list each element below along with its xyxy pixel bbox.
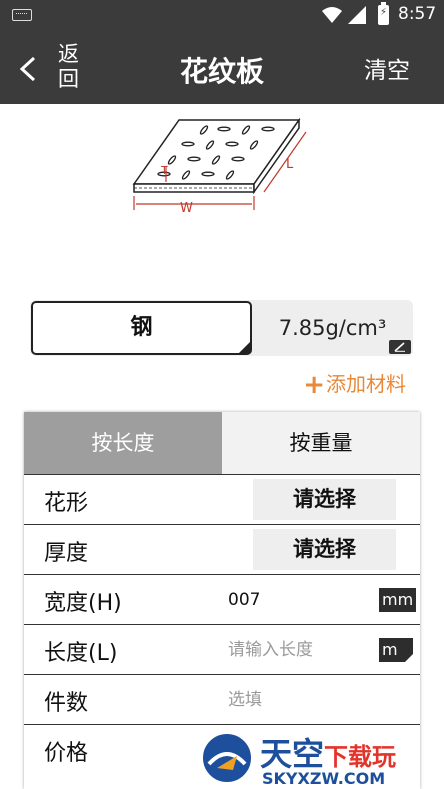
chevron-left-icon [19,56,36,82]
price-label: 价格 [44,741,89,766]
pattern-select-button[interactable]: 请选择 [253,479,396,520]
form-row-width: 宽度(H) mm [24,574,420,624]
back-button[interactable]: 返回 [18,38,98,96]
form-row-thickness: 厚度 请选择 [24,524,420,574]
dropdown-corner-icon [239,342,250,353]
clock: 8:57 [398,4,437,24]
tab-by-weight[interactable]: 按重量 [222,412,420,474]
length-label: 长度(L) [44,641,118,666]
material-selector: 钢 7.85g/cm³ [30,300,413,356]
width-label: 宽度(H) [44,591,122,616]
edit-density-icon[interactable] [389,340,411,354]
thickness-select-button[interactable]: 请选择 [253,529,396,570]
width-unit-selector[interactable]: mm [379,588,417,612]
watermark: 天空下载玩 SKYXZW.COM [196,727,444,789]
diagram-label-w: W [180,201,193,216]
tab-by-length[interactable]: 按长度 [24,412,222,474]
app-bar: 返回 花纹板 清空 [0,30,444,104]
keyboard-icon [12,9,32,21]
checker-plate-diagram: W L T [132,117,307,216]
length-input[interactable] [228,636,368,664]
calc-mode-tabs: 按长度 按重量 [24,412,420,474]
diagram-label-t: T [160,164,168,177]
battery-charging-icon [378,2,389,25]
length-unit-selector[interactable]: m [379,638,413,662]
length-unit-label: m [382,640,398,659]
watermark-logo-icon [200,731,254,785]
diagram-label-l: L [286,157,294,172]
count-input[interactable] [228,686,368,714]
material-dropdown[interactable]: 钢 [31,301,252,355]
thickness-label: 厚度 [44,541,89,566]
signal-icon [348,6,366,24]
watermark-url: SKYXZW.COM [262,769,386,788]
pattern-label: 花形 [44,491,89,516]
form-row-count: 件数 [24,674,420,724]
width-input[interactable] [228,586,368,614]
clear-button[interactable]: 清空 [364,51,410,85]
plus-icon: + [303,370,325,400]
count-label: 件数 [44,691,89,716]
width-unit-label: mm [382,590,414,609]
form-row-length: 长度(L) m [24,624,420,674]
dropdown-corner-icon [405,654,413,662]
form-row-pattern: 花形 请选择 [24,474,420,524]
add-material-label: 添加材料 [326,372,406,396]
back-label: 返回 [58,42,79,91]
add-material-button[interactable]: +添加材料 [303,368,406,400]
material-name: 钢 [130,315,153,340]
wifi-icon [322,7,342,23]
status-bar: 8:57 [0,0,444,30]
